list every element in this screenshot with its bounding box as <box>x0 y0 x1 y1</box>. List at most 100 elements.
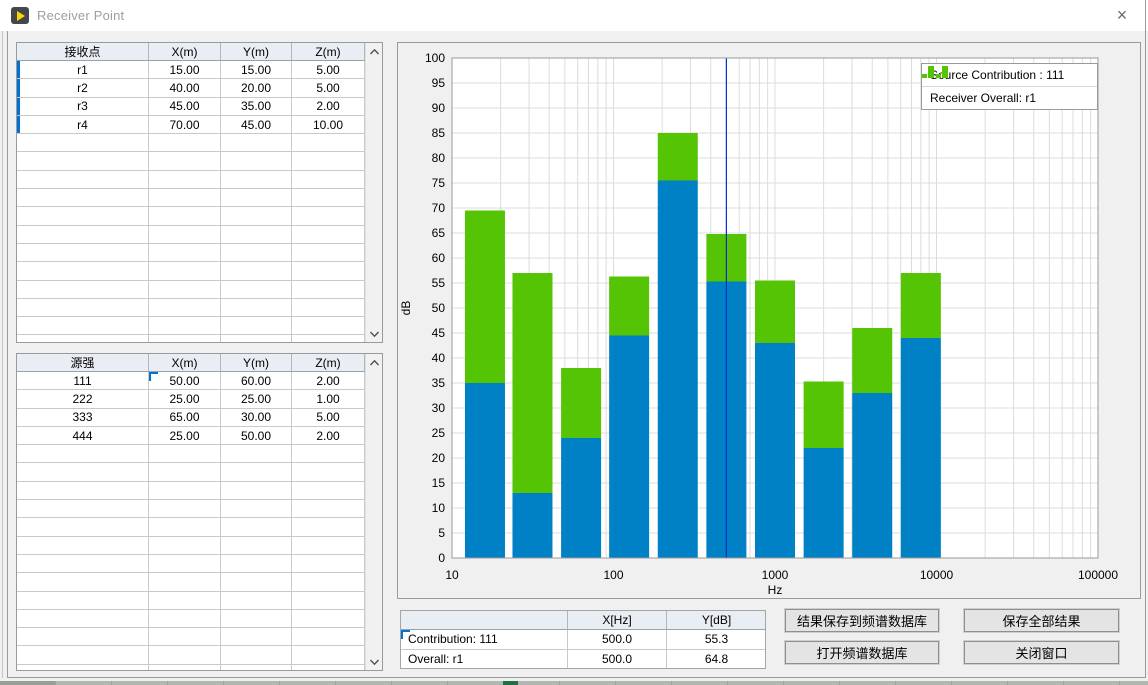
empty-cell <box>149 463 221 481</box>
empty-row <box>17 555 365 573</box>
bar-plot-style-icon[interactable] <box>922 64 948 79</box>
column-header[interactable]: Y(m) <box>221 354 292 372</box>
table-cell[interactable]: 2.00 <box>292 372 365 390</box>
table-cell[interactable]: 70.00 <box>149 116 221 134</box>
table-cell[interactable]: Overall: r1 <box>401 650 568 669</box>
table-cell[interactable]: 15.00 <box>221 61 292 79</box>
table-cell[interactable]: 111 <box>17 372 149 390</box>
table-cell[interactable]: 35.00 <box>221 98 292 116</box>
empty-cell <box>17 262 149 280</box>
column-header[interactable]: X[Hz] <box>568 611 667 630</box>
table-cell[interactable]: 5.00 <box>292 79 365 97</box>
source-table-scrollbar[interactable] <box>365 354 382 670</box>
receiver-table-scrollbar[interactable] <box>365 43 382 342</box>
table-cell[interactable]: 10.00 <box>292 116 365 134</box>
y-tick-label: 50 <box>432 301 446 315</box>
column-header[interactable]: Y(m) <box>221 43 292 61</box>
table-row[interactable]: Overall: r1500.064.8 <box>401 650 766 669</box>
column-header[interactable]: X(m) <box>149 354 221 372</box>
table-cell[interactable]: 40.00 <box>149 79 221 97</box>
table-row[interactable]: r115.0015.005.00 <box>17 61 365 79</box>
table-row[interactable]: r345.0035.002.00 <box>17 98 365 116</box>
table-cell[interactable]: 25.00 <box>221 390 292 408</box>
x-tick-label: 10000 <box>920 568 954 582</box>
table-cell[interactable]: 45.00 <box>221 116 292 134</box>
table-cell[interactable]: 55.3 <box>667 630 766 650</box>
empty-cell <box>292 226 365 244</box>
close-window-button[interactable]: 关闭窗口 <box>964 641 1119 664</box>
table-row[interactable]: 44425.0050.002.00 <box>17 427 365 445</box>
table-row[interactable]: 33365.0030.005.00 <box>17 409 365 427</box>
table-cell[interactable]: 500.0 <box>568 650 667 669</box>
table-cell[interactable]: r3 <box>17 98 149 116</box>
table-cell[interactable]: 5.00 <box>292 409 365 427</box>
table-cell[interactable]: 60.00 <box>221 372 292 390</box>
scroll-down-icon[interactable] <box>366 653 382 670</box>
table-cell[interactable]: 65.00 <box>149 409 221 427</box>
legend-item-contribution[interactable]: Source Contribution : 111 <box>922 64 1097 87</box>
cursor-readout-panel: X[Hz]Y[dB]Contribution: 111500.055.3Over… <box>400 610 766 669</box>
scroll-down-icon[interactable] <box>366 325 382 342</box>
table-cell[interactable]: 45.00 <box>149 98 221 116</box>
column-header[interactable]: 接收点 <box>17 43 149 61</box>
table-row[interactable]: r240.0020.005.00 <box>17 79 365 97</box>
table-cell[interactable]: 333 <box>17 409 149 427</box>
table-row[interactable]: 22225.0025.001.00 <box>17 390 365 408</box>
table-cell[interactable]: 1.00 <box>292 390 365 408</box>
empty-cell <box>292 281 365 299</box>
table-row[interactable]: Contribution: 111500.055.3 <box>401 630 766 650</box>
table-cell[interactable]: r4 <box>17 116 149 134</box>
close-icon[interactable]: × <box>1106 2 1138 29</box>
table-cell[interactable]: 500.0 <box>568 630 667 650</box>
table-header-row: X[Hz]Y[dB] <box>401 611 766 630</box>
legend-item-overall[interactable]: Receiver Overall: r1 <box>922 87 1097 109</box>
table-cell[interactable]: 50.00 <box>221 427 292 445</box>
table-row[interactable]: 11150.0060.002.00 <box>17 372 365 390</box>
table-cell[interactable]: 444 <box>17 427 149 445</box>
empty-cell <box>292 592 365 610</box>
table-cell[interactable]: 5.00 <box>292 61 365 79</box>
y-tick-label: 25 <box>432 426 446 440</box>
column-header[interactable]: Z(m) <box>292 354 365 372</box>
y-tick-label: 85 <box>432 126 446 140</box>
table-cell[interactable]: 15.00 <box>149 61 221 79</box>
column-header[interactable]: Z(m) <box>292 43 365 61</box>
column-header[interactable]: Y[dB] <box>667 611 766 630</box>
empty-cell <box>149 281 221 299</box>
empty-cell <box>17 207 149 225</box>
empty-cell <box>292 445 365 463</box>
table-cell[interactable]: r1 <box>17 61 149 79</box>
empty-cell <box>292 482 365 500</box>
table-cell[interactable]: Contribution: 111 <box>401 630 568 650</box>
save-to-spectrum-db-button[interactable]: 结果保存到频谱数据库 <box>785 609 939 632</box>
empty-cell <box>149 207 221 225</box>
table-row[interactable]: r470.0045.0010.00 <box>17 116 365 134</box>
empty-cell <box>17 171 149 189</box>
y-axis-label: dB <box>399 301 413 316</box>
column-header[interactable] <box>401 611 568 630</box>
table-cell[interactable]: r2 <box>17 79 149 97</box>
table-cell[interactable]: 25.00 <box>149 427 221 445</box>
empty-row <box>17 518 365 536</box>
scroll-up-icon[interactable] <box>366 354 382 371</box>
empty-row <box>17 317 365 335</box>
table-cell[interactable]: 64.8 <box>667 650 766 669</box>
table-cell[interactable]: 30.00 <box>221 409 292 427</box>
contribution-bar <box>609 336 649 559</box>
table-cell[interactable]: 2.00 <box>292 98 365 116</box>
empty-cell <box>149 317 221 335</box>
table-cell[interactable]: 20.00 <box>221 79 292 97</box>
table-cell[interactable]: 2.00 <box>292 427 365 445</box>
table-cell[interactable]: 50.00 <box>149 372 221 390</box>
save-all-results-button[interactable]: 保存全部结果 <box>964 609 1119 632</box>
spectrum-chart[interactable]: 0510152025303540455055606570758085909510… <box>398 43 1140 598</box>
table-cell[interactable]: 25.00 <box>149 390 221 408</box>
y-tick-label: 55 <box>432 276 446 290</box>
table-cell[interactable]: 222 <box>17 390 149 408</box>
empty-cell <box>149 445 221 463</box>
column-header[interactable]: 源强 <box>17 354 149 372</box>
open-spectrum-db-button[interactable]: 打开频谱数据库 <box>785 641 939 664</box>
scroll-up-icon[interactable] <box>366 43 382 60</box>
empty-cell <box>149 665 221 670</box>
column-header[interactable]: X(m) <box>149 43 221 61</box>
